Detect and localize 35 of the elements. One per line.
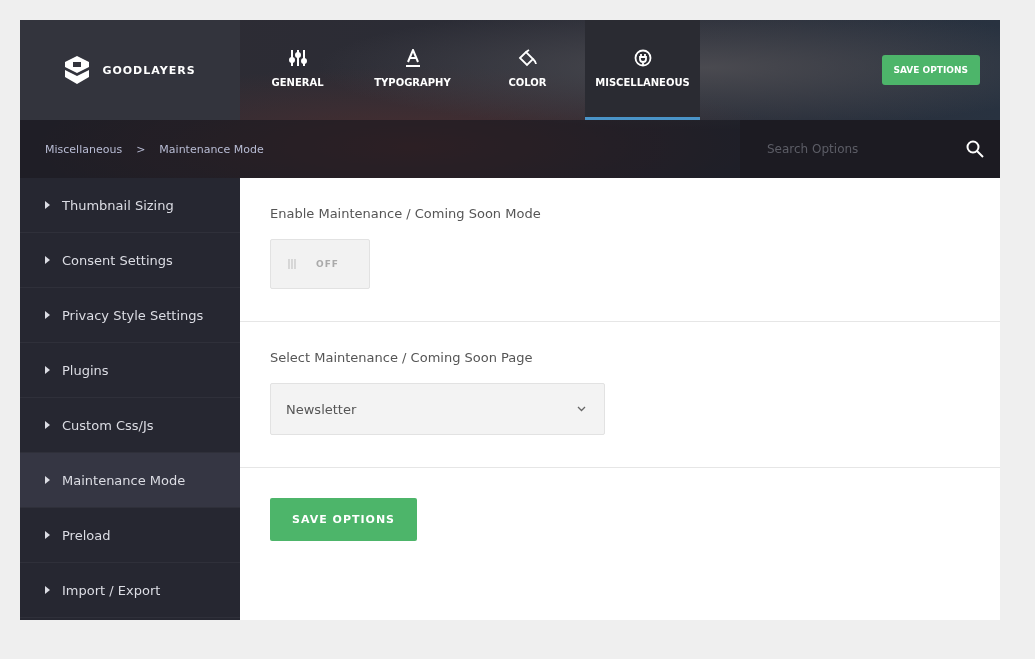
caret-icon [45,421,50,429]
sidebar-item[interactable]: Plugins [20,343,240,398]
plug-icon [633,49,652,67]
caret-icon [45,366,50,374]
paint-bucket-icon [517,49,538,67]
logo-icon [64,56,91,84]
sidebar-item[interactable]: Preload [20,508,240,563]
sidebar-item[interactable]: Thumbnail Sizing [20,178,240,233]
grip-icon [288,259,296,269]
breadcrumb-separator: > [136,142,146,156]
search-field[interactable]: Search Options [765,141,966,157]
nav-tab[interactable]: TYPOGRAPHY [355,20,470,120]
sidebar-item[interactable]: Privacy Style Settings [20,288,240,343]
nav-tab[interactable]: MISCELLANEOUS [585,20,700,120]
caret-icon [45,586,50,594]
breadcrumb-item[interactable]: Miscellaneous [45,142,123,156]
option-label: Select Maintenance / Coming Soon Page [270,350,534,365]
letter-a-icon [404,49,421,67]
search-icon [966,140,984,158]
nav-tab[interactable]: COLOR [470,20,585,120]
caret-icon [45,201,50,209]
sidebar-item[interactable]: Consent Settings [20,233,240,288]
nav-tab[interactable]: GENERAL [240,20,355,120]
caret-icon [45,531,50,539]
caret-icon [45,476,50,484]
brand-name: GOODLAYERS [102,63,196,77]
chevron-down-icon [577,406,586,412]
caret-icon [45,256,50,264]
sidebar-item[interactable]: Maintenance Mode [20,453,240,508]
breadcrumb-item[interactable]: Maintenance Mode [159,142,264,156]
caret-icon [45,311,50,319]
option-label: Enable Maintenance / Coming Soon Mode [270,206,542,221]
select-field[interactable]: Newsletter [270,383,605,435]
sliders-icon [288,49,307,67]
sidebar-item[interactable]: Import / Export [20,563,240,618]
